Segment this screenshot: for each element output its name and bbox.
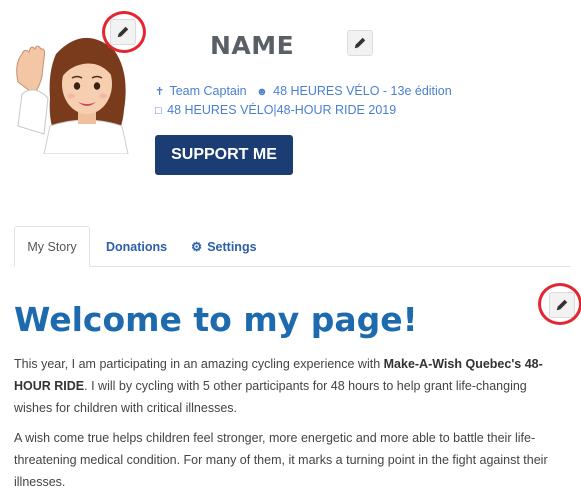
- profile-name: NAME: [210, 31, 295, 60]
- role-label: Team Captain: [169, 84, 247, 98]
- gear-icon: ⚙: [191, 240, 203, 254]
- team-link[interactable]: 48 HEURES VÉLO - 13e édition: [273, 84, 452, 98]
- edit-story-button[interactable]: [549, 292, 575, 318]
- edit-name-button[interactable]: [347, 30, 373, 56]
- tab-settings[interactable]: ⚙ Settings: [191, 226, 257, 267]
- pencil-icon: [354, 37, 366, 49]
- pencil-icon: [556, 299, 568, 311]
- edit-avatar-button[interactable]: [110, 19, 136, 45]
- tab-bar: My Story Donations ⚙ Settings: [0, 226, 581, 267]
- story-paragraph-1: This year, I am participating in an amaz…: [14, 353, 564, 419]
- story-title: Welcome to my page!: [14, 300, 418, 339]
- support-me-button[interactable]: SUPPORT ME: [155, 135, 293, 175]
- team-icon: ☻: [256, 86, 268, 98]
- event-link[interactable]: 48 HEURES VÉLO|48-HOUR RIDE 2019: [167, 103, 396, 117]
- story-text: This year, I am participating in an amaz…: [14, 357, 384, 371]
- story-paragraph-2: A wish come true helps children feel str…: [14, 431, 548, 489]
- profile-meta-line-1: ✝ Team Captain ☻ 48 HEURES VÉLO - 13e éd…: [155, 84, 452, 98]
- profile-meta-line-2: □ 48 HEURES VÉLO|48-HOUR RIDE 2019: [155, 103, 396, 117]
- tab-donations[interactable]: Donations: [106, 226, 167, 267]
- tab-my-story[interactable]: My Story: [14, 226, 90, 267]
- user-icon: ✝: [155, 86, 165, 98]
- calendar-icon: □: [155, 105, 162, 117]
- pencil-icon: [117, 26, 129, 38]
- tab-settings-label: Settings: [207, 239, 257, 254]
- story-text: . I will by cycling with 5 other partici…: [14, 379, 527, 415]
